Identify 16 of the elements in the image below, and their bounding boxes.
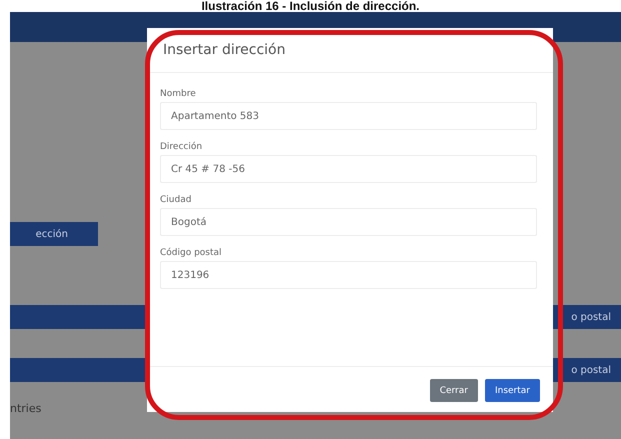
entries-text: ntries (10, 402, 42, 415)
field-label: Nombre (160, 89, 197, 99)
field-label: Código postal (160, 248, 223, 258)
insert-button[interactable]: Insertar (484, 379, 540, 402)
figure-caption: Ilustración 16 - Inclusión de dirección. (200, 0, 421, 12)
input-field[interactable]: Bogotá (160, 208, 537, 236)
input-field[interactable]: Apartamento 583 (160, 102, 537, 130)
column-header: o postal (571, 312, 611, 322)
input-field[interactable]: Cr 45 # 78 -56 (160, 155, 537, 183)
close-button[interactable]: Cerrar (430, 379, 478, 402)
column-header: o postal (571, 364, 611, 376)
input-field[interactable]: 123196 (160, 261, 537, 289)
field-label: Dirección (160, 142, 204, 152)
modal-title: Insertar dirección (163, 42, 286, 58)
background-button[interactable]: ección (10, 222, 98, 246)
field-label: Ciudad (160, 195, 192, 205)
